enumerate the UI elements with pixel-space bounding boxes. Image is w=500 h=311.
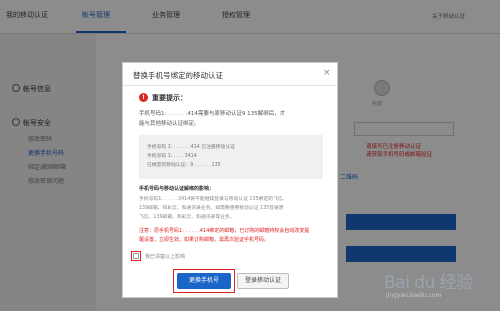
info-line: 手机号码 1: . . . . . .414 已注册移动认证 xyxy=(147,145,235,150)
baidu-logo: Bai du 经验 xyxy=(384,273,473,293)
change-phone-button[interactable]: 更换手机号 xyxy=(177,273,231,289)
notice-text: 手机号码1: . . . . . .414需要与原移动认证9 135解绑后，才 xyxy=(139,111,286,117)
impact-text: 飞信、139邮箱、和彩云、和通讯录等业务。 xyxy=(139,215,235,220)
acknowledge-label[interactable]: 我已清楚以上影响 xyxy=(145,253,185,260)
impact-text: 手机号码1: . . . . .3414将不能继续登录与移动认证 135绑定的飞… xyxy=(139,197,288,202)
info-line: 手机号码 1: . . . .3414 xyxy=(147,154,197,159)
warning-icon: ! xyxy=(139,93,148,102)
divider xyxy=(123,85,337,86)
login-auth-button[interactable]: 登录移动认证 xyxy=(237,273,289,289)
dialog-title: 替换手机号绑定的移动认证 xyxy=(133,71,223,80)
warning-note: 醒设置，立即生效。如果订购邮箱，需再次验证手机号码。 xyxy=(139,237,270,243)
impact-text: 139邮箱、和彩云、和通讯录业务。如需要使用移动认证 135登录原 xyxy=(139,206,284,211)
close-icon[interactable]: × xyxy=(323,68,331,78)
warning-note: 注意：原手机号码1: . . . . .414绑定的邮箱，已订购的邮箱特权会自动… xyxy=(139,228,310,234)
acknowledge-checkbox[interactable] xyxy=(133,253,139,259)
change-phone-dialog: 替换手机号绑定的移动认证 × ! 重要提示： 手机号码1: . . . . . … xyxy=(122,62,338,298)
watermark-url: jingyan.baidu.com xyxy=(386,292,442,299)
impact-section-title: 手机号码与移动认证解绑的影响： xyxy=(139,186,215,192)
info-box: 手机号码 1: . . . . . .414 已注册移动认证 手机号码 1: .… xyxy=(139,135,323,179)
info-line: 已绑定的移动认证：9 . . . . . .135 xyxy=(147,163,221,168)
notice-text: 能与其他移动认证绑定。 xyxy=(139,121,200,127)
warning-title: 重要提示： xyxy=(152,94,187,102)
